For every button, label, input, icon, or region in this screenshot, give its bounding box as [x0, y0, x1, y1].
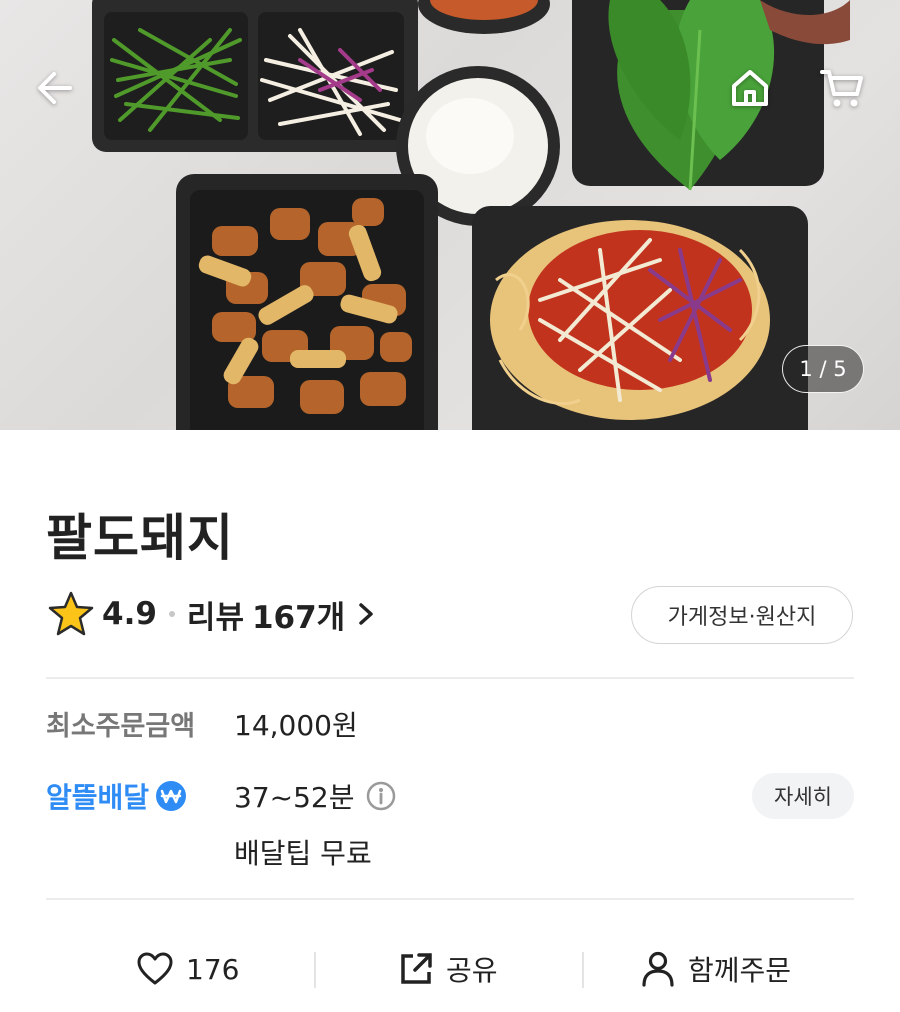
cart-icon — [820, 70, 863, 107]
share-icon — [401, 953, 432, 984]
share-label: 공유 — [446, 954, 498, 987]
cart-button[interactable] — [812, 58, 872, 118]
store-name: 팔도돼지 — [46, 509, 234, 567]
divider — [46, 898, 854, 900]
action-separator — [314, 952, 316, 988]
back-arrow-icon — [38, 72, 72, 104]
divider — [46, 677, 854, 679]
home-button[interactable] — [720, 58, 780, 118]
action-separator — [582, 952, 584, 988]
review-label: 리뷰 — [186, 599, 244, 636]
store-hero-image[interactable]: 1 / 5 — [0, 0, 900, 430]
star-icon — [48, 591, 94, 636]
rating-value: 4.9 — [102, 596, 157, 632]
group-order-button[interactable]: 함께주문 — [640, 930, 791, 1008]
action-bar: 176 공유 함께주문 — [0, 930, 900, 1008]
delivery-detail-button[interactable]: 자세히 — [752, 773, 854, 819]
heart-icon — [137, 952, 173, 985]
delivery-tip: 배달팁 무료 — [234, 837, 372, 870]
min-order-value: 14,000원 — [234, 709, 358, 742]
rating-review-link[interactable]: 4.9 리뷰 167개 — [46, 588, 377, 640]
home-icon — [732, 70, 768, 106]
won-badge-icon — [156, 781, 187, 811]
separator-dot — [168, 611, 175, 617]
like-button[interactable]: 176 — [136, 930, 239, 1008]
chevron-right-icon — [359, 603, 373, 625]
delivery-time-row: 37~52분 — [234, 776, 396, 816]
store-info-button[interactable]: 가게정보·원산지 — [631, 586, 853, 644]
delivery-type: 알뜰배달 — [46, 776, 187, 816]
like-count: 176 — [186, 952, 240, 986]
back-button[interactable] — [26, 58, 86, 118]
info-icon[interactable] — [366, 781, 396, 811]
delivery-type-label: 알뜰배달 — [46, 781, 150, 814]
person-icon — [642, 951, 674, 987]
min-order-label: 최소주문금액 — [46, 711, 196, 742]
image-counter: 1 / 5 — [782, 345, 864, 393]
group-order-label: 함께주문 — [688, 954, 792, 987]
delivery-time: 37~52분 — [234, 781, 355, 814]
share-button[interactable]: 공유 — [398, 930, 498, 1008]
review-count: 167개 — [251, 599, 346, 636]
